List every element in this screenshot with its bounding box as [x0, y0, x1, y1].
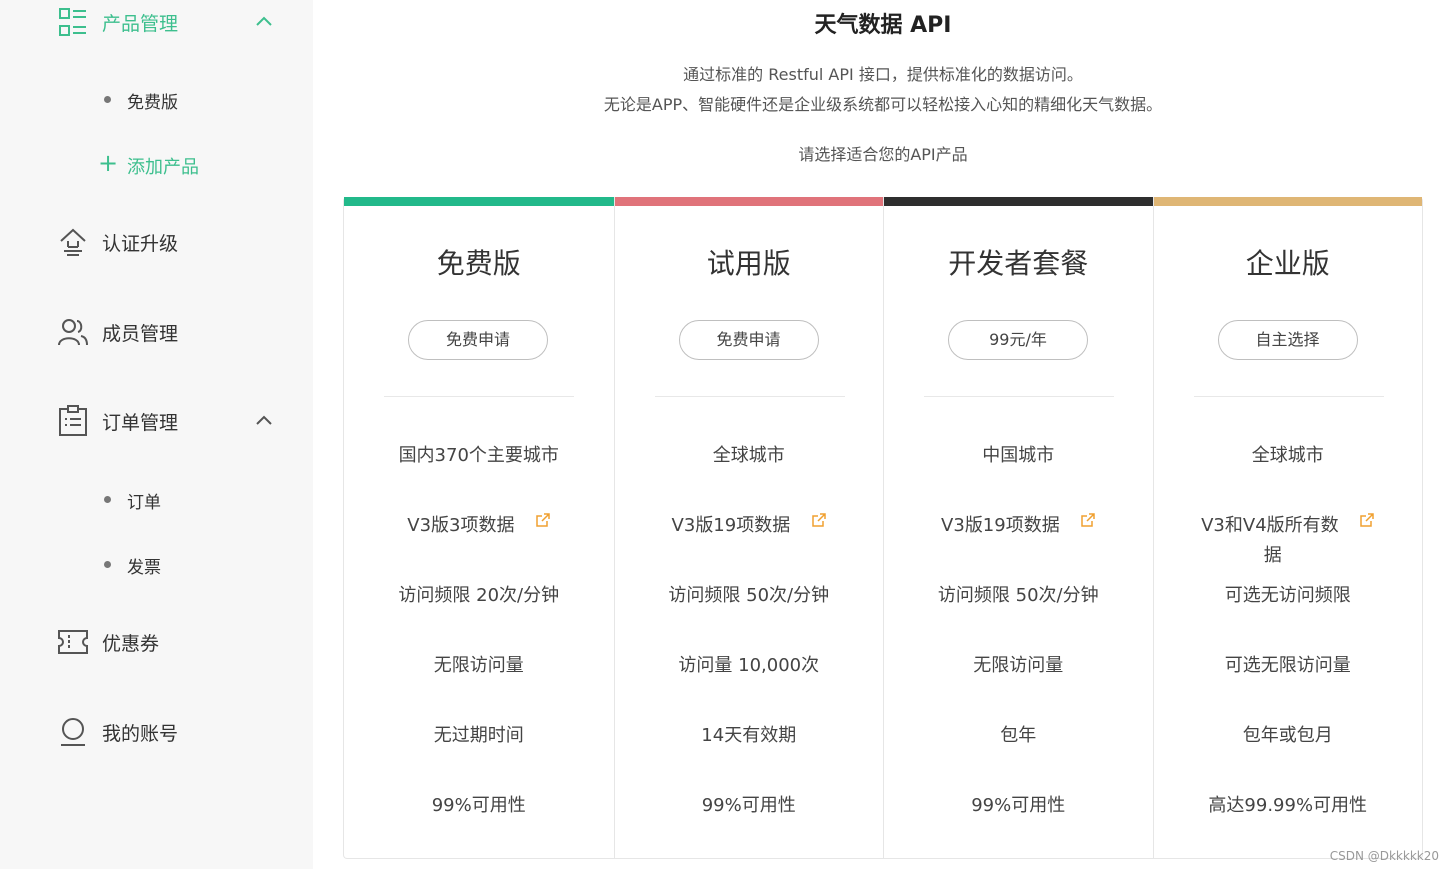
plus-icon: +: [98, 149, 119, 177]
feature-data: V3版19项数据: [884, 511, 1153, 537]
watermark: CSDN @Dkkkkk20: [1329, 849, 1439, 863]
plan-card-free: 免费版 免费申请 国内370个主要城市 V3版3项数据 访问频限 20次/分钟 …: [344, 197, 614, 858]
description-line-1: 通过标准的 Restful API 接口，提供标准化的数据访问。: [683, 65, 1083, 84]
feature-rate: 访问频限 20次/分钟: [398, 585, 560, 606]
feature-volume: 无限访问量: [973, 655, 1064, 676]
feature-coverage: 国内370个主要城市: [398, 445, 559, 466]
feature-coverage: 中国城市: [982, 445, 1055, 466]
plan-name: 企业版: [1245, 247, 1330, 280]
feature-data-text: V3版3项数据: [407, 515, 515, 536]
external-link-icon[interactable]: [1081, 513, 1096, 527]
plans-table: 免费版 免费申请 国内370个主要城市 V3版3项数据 访问频限 20次/分钟 …: [343, 197, 1423, 859]
apply-button[interactable]: 免费申请: [678, 320, 819, 360]
clipboard-icon: [57, 405, 89, 437]
add-product-item[interactable]: + 添加产品: [0, 145, 313, 185]
sub-item-free[interactable]: 免费版: [0, 80, 313, 120]
feature-coverage: 全球城市: [712, 445, 785, 466]
choose-button[interactable]: 自主选择: [1217, 320, 1358, 360]
plan-color-bar: [884, 197, 1153, 206]
feature-period: 包年或包月: [1242, 725, 1333, 746]
divider: [384, 396, 574, 397]
sub-item-invoice[interactable]: 发票: [0, 545, 313, 585]
nav-my-account[interactable]: 我的账号: [0, 716, 313, 748]
nav-label: 我的账号: [102, 723, 179, 745]
plan-color-bar: [614, 197, 883, 206]
bullet-dot: [104, 561, 111, 568]
sub-item-label: 订单: [127, 493, 161, 513]
feature-period: 14天有效期: [701, 725, 797, 746]
feature-period: 无过期时间: [433, 725, 524, 746]
feature-volume: 可选无限访问量: [1224, 655, 1351, 676]
page-title: 天气数据 API: [814, 13, 952, 38]
sub-item-label: 免费版: [127, 93, 178, 113]
apply-button[interactable]: 免费申请: [408, 320, 548, 360]
plan-card-trial: 试用版 免费申请 全球城市 V3版19项数据 访问频限 50次/分钟 访问量 1…: [613, 197, 884, 858]
external-link-icon[interactable]: [536, 513, 550, 527]
nav-label: 成员管理: [102, 323, 179, 345]
feature-data-continued: 据: [1263, 545, 1282, 566]
choose-prompt: 请选择适合您的API产品: [798, 145, 968, 164]
upgrade-icon: [57, 226, 89, 258]
plan-color-bar: [1153, 197, 1422, 206]
description-line-2: 无论是APP、智能硬件还是企业级系统都可以轻松接入心知的精细化天气数据。: [603, 95, 1163, 114]
feature-volume: 无限访问量: [433, 655, 524, 676]
bullet-dot: [104, 496, 111, 503]
nav-product-management[interactable]: 产品管理: [0, 6, 313, 38]
plan-name: 试用版: [706, 247, 791, 280]
external-link-icon[interactable]: [812, 513, 826, 527]
chevron-up-icon[interactable]: [254, 411, 274, 431]
feature-data: V3版3项数据: [344, 511, 614, 537]
feature-data-text: V3版19项数据: [941, 515, 1060, 536]
feature-coverage: 全球城市: [1251, 445, 1324, 466]
feature-availability: 99%可用性: [971, 795, 1066, 816]
sub-item-label: 发票: [127, 558, 161, 578]
sidebar: 产品管理 免费版 + 添加产品 认证升级 成员管理 订单管理 订单 发票 优惠券…: [0, 0, 313, 869]
feature-availability: 高达99.99%可用性: [1208, 795, 1368, 816]
price-button[interactable]: 99元/年: [948, 320, 1088, 360]
bullet-dot: [104, 96, 111, 103]
feature-data: V3和V4版所有数: [1154, 511, 1423, 537]
nav-coupon[interactable]: 优惠券: [0, 626, 313, 658]
plan-color-bar: [344, 197, 614, 206]
add-product-label: 添加产品: [127, 157, 199, 178]
nav-label: 认证升级: [102, 233, 179, 255]
feature-rate: 访问频限 50次/分钟: [937, 585, 1099, 606]
nav-certification-upgrade[interactable]: 认证升级: [0, 226, 313, 258]
nav-label: 产品管理: [102, 13, 179, 35]
feature-period: 包年: [1000, 725, 1037, 746]
ticket-icon: [57, 626, 89, 658]
nav-member-management[interactable]: 成员管理: [0, 316, 313, 348]
feature-availability: 99%可用性: [701, 795, 796, 816]
nav-label: 订单管理: [102, 412, 179, 434]
feature-rate: 访问频限 50次/分钟: [668, 585, 830, 606]
plan-name: 免费版: [436, 247, 521, 280]
plan-card-developer: 开发者套餐 99元/年 中国城市 V3版19项数据 访问频限 50次/分钟 无限…: [883, 197, 1153, 858]
user-icon: [57, 716, 89, 748]
nav-order-management[interactable]: 订单管理: [0, 405, 313, 437]
feature-volume: 访问量 10,000次: [678, 655, 820, 676]
divider: [924, 396, 1114, 397]
divider: [654, 396, 845, 397]
nav-label: 优惠券: [102, 633, 160, 655]
feature-data-text: V3版19项数据: [671, 515, 791, 536]
chevron-up-icon[interactable]: [254, 12, 274, 32]
feature-availability: 99%可用性: [431, 795, 526, 816]
feature-data-text: V3和V4版所有数: [1201, 515, 1339, 536]
feature-data: V3版19项数据: [615, 511, 884, 537]
plan-card-enterprise: 企业版 自主选择 全球城市 V3和V4版所有数 据 可选无访问频限 可选无限访问…: [1152, 197, 1423, 858]
feature-rate: 可选无访问频限: [1224, 585, 1351, 606]
sub-item-order[interactable]: 订单: [0, 480, 313, 520]
users-icon: [57, 316, 89, 348]
divider: [1193, 396, 1384, 397]
plan-name: 开发者套餐: [948, 247, 1089, 280]
list-grid-icon: [57, 6, 89, 38]
external-link-icon[interactable]: [1360, 513, 1375, 527]
